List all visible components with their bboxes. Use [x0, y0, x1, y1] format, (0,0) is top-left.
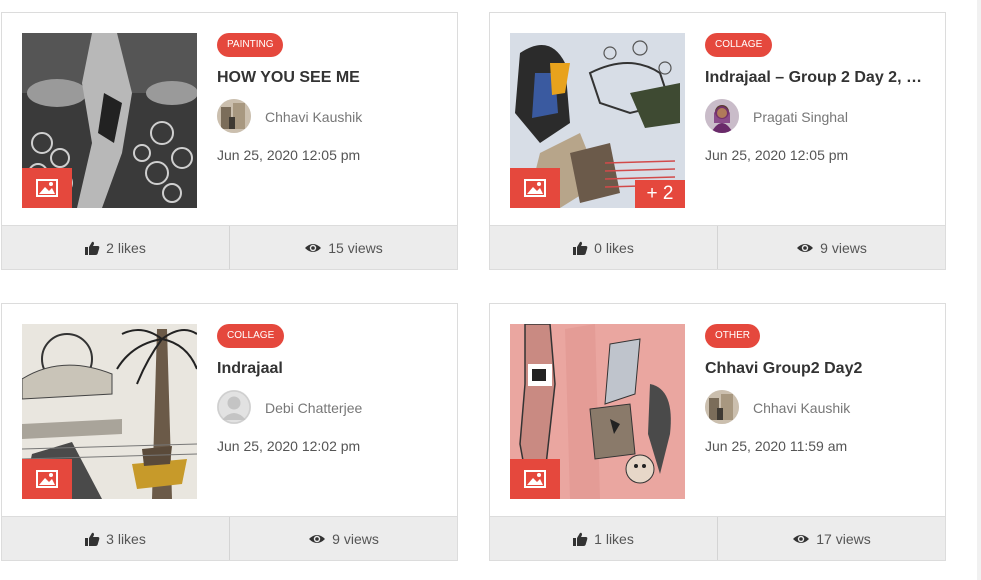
author-avatar[interactable] [217, 390, 251, 424]
author-avatar[interactable] [705, 390, 739, 424]
post-date: Jun 25, 2020 12:05 pm [217, 147, 361, 163]
more-images-badge[interactable]: + 2 [635, 180, 685, 208]
thumbs-up-icon [85, 532, 100, 546]
post-card[interactable]: OTHER Chhavi Group2 Day2 Chhavi Kaushik … [489, 303, 946, 561]
post-card[interactable]: PAINTING HOW YOU SEE ME Chhavi Kaushik J… [1, 12, 458, 270]
author-name[interactable]: Chhavi Kaushik [265, 109, 362, 125]
thumbs-up-icon [573, 241, 588, 255]
scrollbar-track[interactable] [977, 0, 981, 580]
eye-icon [796, 242, 814, 254]
eye-icon [304, 242, 322, 254]
views-stat: 17 views [717, 517, 945, 560]
views-count: 17 views [816, 530, 871, 547]
author-name[interactable]: Pragati Singhal [753, 109, 848, 125]
likes-stat[interactable]: 2 likes [2, 226, 229, 269]
image-icon [22, 459, 72, 499]
eye-icon [308, 533, 326, 545]
post-stats: 0 likes 9 views [490, 225, 945, 269]
views-stat: 15 views [229, 226, 457, 269]
post-stats: 3 likes 9 views [2, 516, 457, 560]
views-count: 9 views [820, 239, 867, 256]
author-avatar[interactable] [217, 99, 251, 133]
post-title[interactable]: HOW YOU SEE ME [217, 69, 439, 87]
post-card[interactable]: COLLAGE Indrajaal Debi Chatterjee Jun 25… [1, 303, 458, 561]
likes-stat[interactable]: 0 likes [490, 226, 717, 269]
author-avatar[interactable] [705, 99, 739, 133]
views-stat: 9 views [229, 517, 457, 560]
image-icon [510, 459, 560, 499]
post-card[interactable]: + 2 COLLAGE Indrajaal – Group 2 Day 2, C… [489, 12, 946, 270]
eye-icon [792, 533, 810, 545]
likes-count: 1 likes [594, 530, 634, 547]
likes-count: 2 likes [106, 239, 146, 256]
post-thumbnail[interactable] [510, 324, 685, 499]
post-date: Jun 25, 2020 11:59 am [705, 438, 848, 454]
post-title[interactable]: Indrajaal – Group 2 Day 2, Chhavi Kaushi… [705, 69, 927, 87]
likes-stat[interactable]: 3 likes [2, 517, 229, 560]
thumbs-up-icon [85, 241, 100, 255]
author-name[interactable]: Debi Chatterjee [265, 400, 362, 416]
post-thumbnail[interactable]: + 2 [510, 33, 685, 208]
post-date: Jun 25, 2020 12:02 pm [217, 438, 361, 454]
image-icon [510, 168, 560, 208]
image-icon [22, 168, 72, 208]
post-thumbnail[interactable] [22, 33, 197, 208]
post-title[interactable]: Chhavi Group2 Day2 [705, 360, 927, 378]
category-badge[interactable]: COLLAGE [705, 33, 773, 57]
likes-count: 0 likes [594, 239, 634, 256]
post-stats: 1 likes 17 views [490, 516, 945, 560]
category-badge[interactable]: OTHER [705, 324, 760, 348]
category-badge[interactable]: COLLAGE [217, 324, 285, 348]
post-date: Jun 25, 2020 12:05 pm [705, 147, 849, 163]
views-stat: 9 views [717, 226, 945, 269]
post-thumbnail[interactable] [22, 324, 197, 499]
category-badge[interactable]: PAINTING [217, 33, 284, 57]
likes-count: 3 likes [106, 530, 146, 547]
author-name[interactable]: Chhavi Kaushik [753, 400, 850, 416]
post-title[interactable]: Indrajaal [217, 360, 439, 378]
thumbs-up-icon [573, 532, 588, 546]
post-stats: 2 likes 15 views [2, 225, 457, 269]
views-count: 15 views [328, 239, 383, 256]
views-count: 9 views [332, 530, 379, 547]
likes-stat[interactable]: 1 likes [490, 517, 717, 560]
